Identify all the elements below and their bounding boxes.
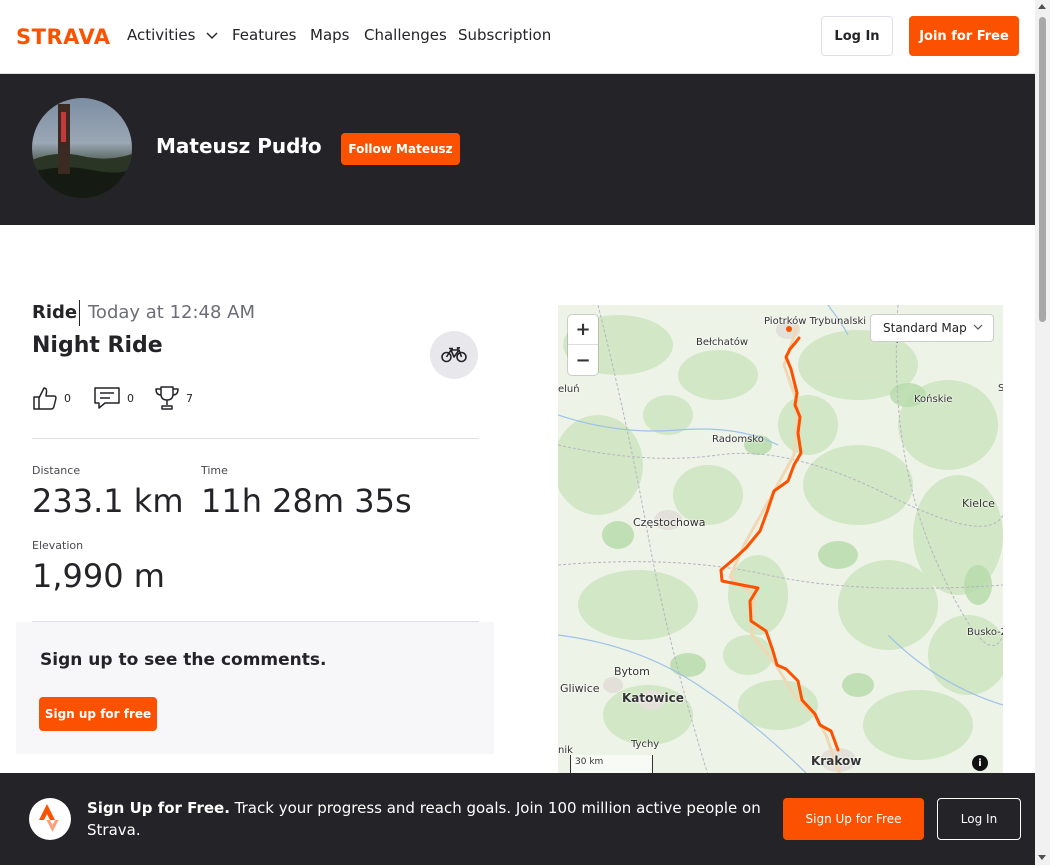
route-map[interactable]: Piotrków Trybunalski Bełchatów Opoczno K… — [558, 305, 1003, 775]
athlete-avatar[interactable] — [32, 98, 132, 198]
achievements-count[interactable]: 7 — [154, 385, 193, 411]
map-label-wielun: eluń — [558, 384, 580, 395]
cta-login-button[interactable]: Log In — [937, 798, 1021, 840]
comments-signup-panel: Sign up to see the comments. Sign up for… — [16, 622, 494, 754]
scroll-thumb[interactable] — [1039, 17, 1046, 322]
chevron-down-icon — [973, 324, 983, 330]
scroll-down-arrow-icon[interactable] — [1038, 855, 1046, 860]
map-info-icon[interactable]: i — [972, 755, 988, 771]
login-button[interactable]: Log In — [821, 16, 893, 56]
kudos-value: 0 — [64, 391, 71, 405]
elevation-value: 1,990 m — [32, 557, 165, 595]
comments-count[interactable]: 0 — [93, 385, 134, 411]
top-navigation: STRAVA Activities Features Maps Challeng… — [0, 0, 1035, 74]
map-label-kielce: Kielce — [962, 497, 995, 510]
comment-icon — [94, 387, 120, 409]
map-style-select[interactable]: Standard Map — [870, 314, 994, 342]
map-label-tychy: Tychy — [631, 739, 660, 750]
achievements-value: 7 — [186, 391, 193, 405]
nav-activities[interactable]: Activities — [127, 26, 218, 44]
kudos-count[interactable]: 0 — [32, 385, 71, 411]
thumbs-up-icon — [33, 387, 57, 410]
chevron-down-icon — [206, 32, 218, 39]
time-label: Time — [201, 464, 228, 477]
map-label-bytom: Bytom — [614, 665, 650, 678]
strava-app-icon — [29, 798, 71, 840]
nav-challenges[interactable]: Challenges — [364, 26, 447, 44]
cta-headline: Sign Up for Free. — [87, 799, 230, 817]
nav-activities-label: Activities — [127, 26, 196, 44]
trophy-icon — [155, 386, 179, 410]
athlete-name[interactable]: Mateusz Pudło — [156, 134, 322, 158]
map-label-edge: S — [998, 383, 1003, 394]
header-divider — [79, 300, 80, 326]
page-scrollbar[interactable] — [1035, 0, 1050, 865]
activity-page: STRAVA Activities Features Maps Challeng… — [0, 0, 1035, 865]
zoom-out-button[interactable]: − — [568, 345, 598, 375]
map-label-konskie: Końskie — [914, 394, 953, 405]
nav-subscription[interactable]: Subscription — [458, 26, 551, 44]
map-label-czestochowa: Częstochowa — [633, 516, 706, 529]
zoom-controls: + − — [568, 315, 598, 375]
avatar-photo — [32, 104, 132, 198]
map-label-piotrkow: Piotrków Trybunalski — [764, 316, 867, 327]
comments-value: 0 — [127, 391, 134, 405]
athlete-banner: Mateusz Pudło Follow Mateusz — [0, 74, 1035, 225]
sport-type-badge — [430, 331, 478, 379]
bicycle-icon — [441, 347, 467, 363]
map-label-gliwice: Gliwice — [560, 682, 600, 695]
stats-divider-top — [32, 438, 479, 439]
scroll-up-arrow-icon[interactable] — [1038, 4, 1046, 9]
follow-button[interactable]: Follow Mateusz — [341, 133, 460, 165]
elevation-label: Elevation — [32, 539, 84, 552]
zoom-in-button[interactable]: + — [568, 315, 598, 345]
map-label-krakow: Krakow — [811, 754, 862, 768]
map-label-katowice: Katowice — [622, 691, 684, 705]
cta-message: Sign Up for Free. Track your progress an… — [87, 797, 767, 841]
svg-text:STRAVA: STRAVA — [16, 26, 111, 46]
distance-value: 233.1 km — [32, 482, 184, 520]
signup-cta-bar: Sign Up for Free. Track your progress an… — [0, 773, 1035, 865]
join-button[interactable]: Join for Free — [909, 16, 1019, 56]
strava-chevron-icon — [39, 804, 59, 832]
map-label-busko: Busko-Z — [967, 627, 1003, 638]
strava-logo[interactable]: STRAVA — [16, 26, 112, 46]
activity-title: Night Ride — [32, 333, 163, 358]
comments-prompt: Sign up to see the comments. — [40, 650, 327, 670]
cta-signup-button[interactable]: Sign Up for Free — [783, 798, 924, 840]
comments-signup-button[interactable]: Sign up for free — [39, 697, 157, 731]
map-scale: 30 km — [570, 755, 653, 775]
activity-date: Today at 12:48 AM — [88, 302, 256, 323]
activity-type: Ride — [32, 302, 78, 323]
distance-label: Distance — [32, 464, 81, 477]
map-label-belchatow: Bełchatów — [696, 337, 749, 348]
map-style-value: Standard Map — [883, 321, 967, 335]
map-label-radomsko: Radomsko — [712, 434, 764, 445]
nav-features[interactable]: Features — [232, 26, 297, 44]
nav-maps[interactable]: Maps — [310, 26, 349, 44]
time-value: 11h 28m 35s — [201, 482, 412, 520]
